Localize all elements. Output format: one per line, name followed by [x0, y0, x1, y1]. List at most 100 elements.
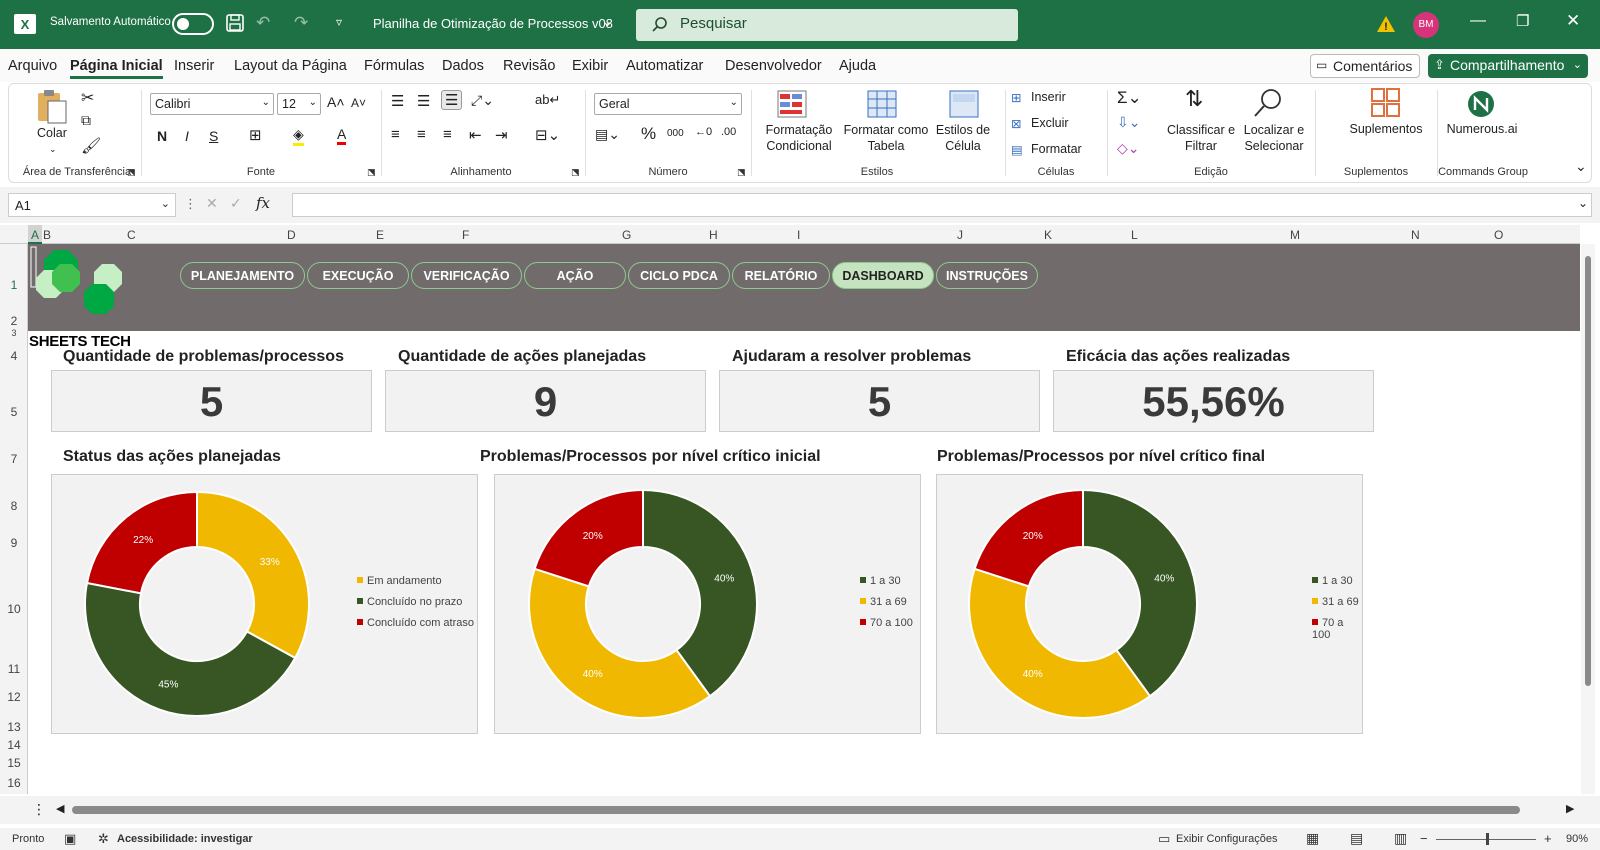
document-title[interactable]: Planilha de Otimização de Processos v08: [373, 16, 613, 31]
row-header[interactable]: 9: [0, 536, 28, 550]
redo-icon[interactable]: ↷: [294, 13, 308, 33]
customize-quick-access-icon[interactable]: ▿: [336, 15, 342, 29]
clear-icon[interactable]: ◇⌄: [1117, 140, 1140, 157]
number-format-select[interactable]: Geral ⌄: [594, 93, 742, 115]
find-select-icon[interactable]: [1253, 88, 1283, 118]
nav-tab-verificacao[interactable]: VERIFICAÇÃO: [411, 262, 522, 289]
menu-layout-da-pagina[interactable]: Layout da Página: [234, 58, 347, 74]
cell-styles-icon[interactable]: [949, 90, 979, 118]
vertical-scroll-thumb[interactable]: [1585, 256, 1591, 686]
display-settings[interactable]: Exibir Configurações: [1176, 833, 1278, 845]
addins-icon[interactable]: [1371, 88, 1401, 118]
column-header[interactable]: G: [622, 228, 631, 242]
addins-button[interactable]: Suplementos: [1325, 122, 1447, 136]
column-header[interactable]: M: [1290, 228, 1300, 242]
warning-icon[interactable]: !: [1376, 15, 1396, 33]
nav-tab-relatorio[interactable]: RELATÓRIO: [732, 262, 830, 289]
column-header[interactable]: A: [31, 228, 39, 242]
column-header[interactable]: D: [287, 228, 296, 242]
underline-icon[interactable]: S: [209, 128, 218, 144]
column-header[interactable]: E: [376, 228, 384, 242]
conditional-format-icon[interactable]: [777, 90, 807, 118]
share-button[interactable]: Compartilhamento ⌄: [1428, 54, 1588, 78]
nav-tab-acao[interactable]: AÇÃO: [524, 262, 626, 289]
column-header[interactable]: N: [1411, 228, 1420, 242]
decrease-decimal-icon[interactable]: .00: [721, 126, 736, 138]
page-break-view-icon[interactable]: ▥: [1394, 830, 1407, 847]
sort-filter-icon[interactable]: ⇅: [1185, 86, 1203, 112]
paste-chevron-icon[interactable]: ⌄: [49, 144, 57, 155]
menu-revisao[interactable]: Revisão: [503, 58, 555, 74]
save-icon[interactable]: [226, 14, 244, 32]
zoom-in-icon[interactable]: +: [1544, 831, 1552, 846]
zoom-out-icon[interactable]: −: [1420, 831, 1428, 846]
menu-ajuda[interactable]: Ajuda: [839, 58, 876, 74]
currency-icon[interactable]: ▤⌄: [595, 126, 620, 143]
row-header[interactable]: 13: [0, 720, 28, 734]
menu-exibir[interactable]: Exibir: [572, 58, 608, 74]
clipboard-launcher-icon[interactable]: ⬔: [127, 167, 136, 178]
autosum-icon[interactable]: Σ⌄: [1117, 88, 1142, 108]
fill-icon[interactable]: ⇩⌄: [1117, 114, 1140, 131]
expand-formula-icon[interactable]: ⌄: [1578, 196, 1588, 210]
format-painter-icon[interactable]: 🖌: [81, 136, 101, 156]
autosave-toggle[interactable]: [172, 13, 214, 35]
zoom-level[interactable]: 90%: [1566, 833, 1588, 845]
increase-decimal-icon[interactable]: ←0: [695, 126, 712, 138]
column-header[interactable]: C: [127, 228, 136, 242]
accessibility-status[interactable]: Acessibilidade: investigar: [117, 833, 253, 845]
row-header[interactable]: 10: [0, 602, 28, 616]
donut-slice[interactable]: [528, 567, 712, 719]
thousands-icon[interactable]: 000: [667, 128, 684, 139]
wrap-text-icon[interactable]: ab↵: [535, 92, 560, 108]
copy-icon[interactable]: ⧉: [81, 112, 91, 129]
row-header[interactable]: 4: [0, 349, 28, 363]
numerous-ai-button[interactable]: Numerous.ai: [1439, 122, 1525, 136]
row-header[interactable]: 1: [0, 278, 28, 292]
scroll-left-icon[interactable]: ◀: [56, 802, 64, 815]
chart-status-acoes[interactable]: 33% 45% 22% Em andamento Concluído no praz…: [51, 474, 478, 734]
increase-font-icon[interactable]: A˄: [327, 94, 345, 110]
menu-desenvolvedor[interactable]: Desenvolvedor: [725, 58, 822, 74]
align-middle-icon[interactable]: ☰: [417, 92, 430, 110]
horizontal-scroll-thumb[interactable]: [72, 806, 1520, 814]
column-header[interactable]: O: [1494, 228, 1503, 242]
align-right-icon[interactable]: ≡: [443, 126, 452, 143]
numerous-ai-icon[interactable]: [1467, 90, 1495, 118]
format-table-button[interactable]: Formatar como Tabela: [841, 122, 931, 154]
minimize-icon[interactable]: —: [1470, 12, 1486, 30]
menu-formulas[interactable]: Fórmulas: [364, 58, 424, 74]
menu-arquivo[interactable]: Arquivo: [8, 58, 57, 74]
borders-icon[interactable]: ⊞: [249, 126, 262, 144]
delete-cells-button[interactable]: Excluir: [1031, 116, 1069, 130]
row-header[interactable]: 2: [0, 314, 28, 328]
accessibility-icon[interactable]: ✲: [98, 831, 109, 847]
title-chevron-down-icon[interactable]: ⌄: [602, 14, 613, 30]
paste-icon[interactable]: [35, 88, 69, 124]
row-header[interactable]: 15: [0, 756, 28, 770]
row-header[interactable]: 3: [0, 328, 28, 338]
avatar[interactable]: BM: [1413, 12, 1439, 38]
macro-record-icon[interactable]: ▣: [64, 831, 76, 847]
scroll-right-icon[interactable]: ▶: [1566, 802, 1574, 815]
nav-tab-instrucoes[interactable]: INSTRUÇÕES: [936, 262, 1038, 289]
nav-tab-planejamento[interactable]: PLANEJAMENTO: [180, 262, 305, 289]
insert-function-icon[interactable]: fx: [256, 194, 270, 212]
row-header[interactable]: 7: [0, 452, 28, 466]
align-bottom-icon[interactable]: ☰: [441, 90, 463, 110]
paste-label[interactable]: Colar: [37, 126, 67, 140]
alignment-launcher-icon[interactable]: ⬔: [571, 167, 580, 178]
donut-slice[interactable]: [196, 490, 310, 660]
decrease-font-icon[interactable]: A˅: [351, 96, 366, 110]
column-header[interactable]: F: [462, 228, 469, 242]
normal-view-icon[interactable]: ▦: [1306, 830, 1319, 847]
close-icon[interactable]: ✕: [1566, 11, 1580, 31]
row-header[interactable]: 14: [0, 738, 28, 752]
menu-pagina-inicial[interactable]: Página Inicial: [70, 58, 163, 79]
find-select-button[interactable]: Localizar e Selecionar: [1239, 122, 1309, 154]
conditional-format-button[interactable]: Formatação Condicional: [759, 122, 839, 154]
chart-nivel-critico-inicial[interactable]: 40% 40% 20% 1 a 30 31 a 69 70 a 100: [494, 474, 921, 734]
name-box[interactable]: A1 ⌄: [8, 193, 176, 217]
cut-icon[interactable]: ✂: [81, 88, 94, 108]
increase-indent-icon[interactable]: ⇥: [495, 126, 508, 144]
